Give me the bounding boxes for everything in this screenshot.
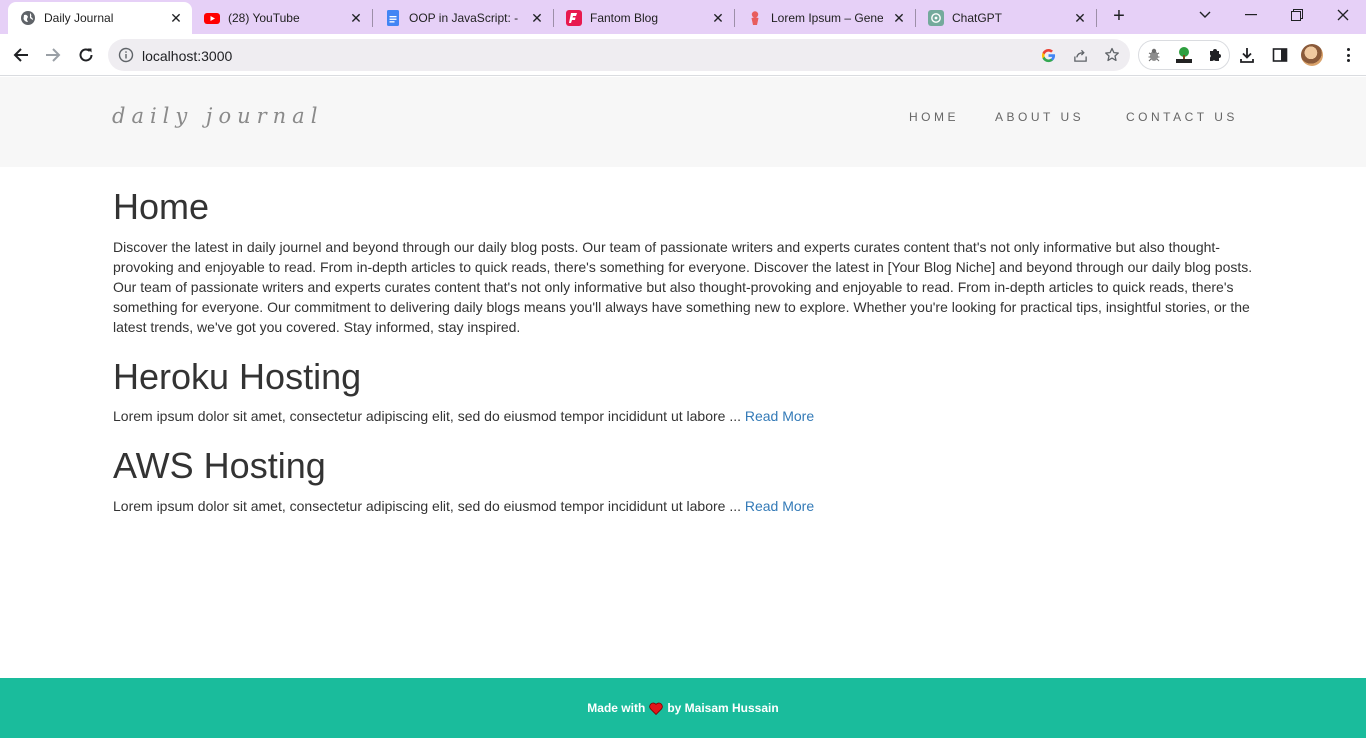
nav-about-us[interactable]: ABOUT US bbox=[995, 110, 1084, 124]
address-bar[interactable]: localhost:3000 bbox=[108, 39, 1130, 71]
tab-title: Lorem Ipsum – Genera bbox=[771, 11, 883, 25]
puzzle-extensions-icon[interactable] bbox=[1206, 46, 1224, 64]
chevron-down-icon bbox=[1199, 11, 1211, 18]
site-footer: Made with by Maisam Hussain bbox=[0, 678, 1366, 738]
close-tab-icon[interactable]: ✕ bbox=[168, 10, 184, 26]
tab-separator bbox=[1096, 9, 1097, 27]
arrow-right-icon bbox=[46, 48, 61, 62]
read-more-link[interactable]: Read More bbox=[745, 498, 814, 514]
menu-kebab-icon[interactable] bbox=[1340, 46, 1356, 64]
restore-button[interactable] bbox=[1274, 0, 1320, 30]
site-brand[interactable]: daily journal bbox=[112, 104, 323, 128]
extensions-group bbox=[1138, 40, 1230, 70]
minimize-button[interactable] bbox=[1228, 0, 1274, 30]
post-title: AWS Hosting bbox=[113, 445, 326, 486]
close-icon bbox=[1337, 9, 1349, 21]
close-tab-icon[interactable]: ✕ bbox=[1072, 10, 1088, 26]
post-excerpt: Lorem ipsum dolor sit amet, consectetur … bbox=[113, 406, 1258, 426]
google-docs-icon bbox=[385, 10, 401, 26]
footer-prefix: Made with bbox=[587, 701, 646, 715]
profile-avatar[interactable] bbox=[1301, 44, 1323, 66]
tab-chatgpt[interactable]: ChatGPT ✕ bbox=[916, 2, 1096, 34]
lorem-ipsum-icon bbox=[747, 10, 763, 26]
fantom-icon bbox=[566, 10, 582, 26]
back-button[interactable] bbox=[8, 42, 34, 68]
download-icon[interactable] bbox=[1238, 46, 1256, 64]
reload-icon bbox=[79, 48, 93, 62]
close-window-button[interactable] bbox=[1320, 0, 1366, 30]
arrow-left-icon bbox=[13, 48, 28, 62]
url-text[interactable]: localhost:3000 bbox=[142, 48, 232, 64]
globe-icon bbox=[20, 10, 36, 26]
tab-daily-journal[interactable]: Daily Journal ✕ bbox=[8, 2, 192, 34]
site-header: daily journal HOME ABOUT US CONTACT US bbox=[0, 77, 1366, 167]
minimize-icon bbox=[1245, 14, 1257, 16]
google-icon[interactable] bbox=[1040, 47, 1056, 63]
forward-button[interactable] bbox=[40, 42, 66, 68]
close-tab-icon[interactable]: ✕ bbox=[891, 10, 907, 26]
tab-title: OOP in JavaScript: - G bbox=[409, 11, 521, 25]
bookmark-star-icon[interactable] bbox=[1104, 47, 1120, 63]
close-tab-icon[interactable]: ✕ bbox=[348, 10, 364, 26]
tab-title: Fantom Blog bbox=[590, 11, 659, 25]
tab-title: (28) YouTube bbox=[228, 11, 300, 25]
read-more-link[interactable]: Read More bbox=[745, 408, 814, 424]
browser-toolbar: localhost:3000 bbox=[0, 34, 1366, 76]
heart-icon bbox=[649, 702, 664, 715]
html-tree-extension-icon[interactable] bbox=[1175, 46, 1193, 64]
footer-author: by Maisam Hussain bbox=[667, 701, 779, 715]
close-tab-icon[interactable]: ✕ bbox=[710, 10, 726, 26]
post-title: Heroku Hosting bbox=[113, 356, 362, 397]
post-excerpt-text: Lorem ipsum dolor sit amet, consectetur … bbox=[113, 498, 741, 514]
youtube-icon bbox=[204, 10, 220, 26]
site-info-icon[interactable] bbox=[118, 47, 134, 63]
share-icon[interactable] bbox=[1072, 47, 1088, 63]
tab-lorem-ipsum[interactable]: Lorem Ipsum – Genera ✕ bbox=[735, 2, 915, 34]
reload-button[interactable] bbox=[73, 42, 99, 68]
tab-fantom-blog[interactable]: Fantom Blog ✕ bbox=[554, 2, 734, 34]
post-excerpt-text: Lorem ipsum dolor sit amet, consectetur … bbox=[113, 408, 741, 424]
bug-extension-icon[interactable] bbox=[1145, 46, 1163, 64]
tab-search-button[interactable] bbox=[1182, 0, 1228, 30]
restore-icon bbox=[1291, 9, 1303, 21]
tab-title: Daily Journal bbox=[44, 11, 114, 25]
page-title: Home bbox=[113, 186, 210, 227]
home-content: Discover the latest in daily journel and… bbox=[113, 239, 1253, 335]
chatgpt-icon bbox=[928, 10, 944, 26]
side-panel-icon[interactable] bbox=[1271, 46, 1289, 64]
tab-strip: Daily Journal ✕ (28) YouTube ✕ OOP in Ja… bbox=[0, 0, 1366, 34]
close-tab-icon[interactable]: ✕ bbox=[529, 10, 545, 26]
nav-home[interactable]: HOME bbox=[909, 110, 959, 124]
post-excerpt: Lorem ipsum dolor sit amet, consectetur … bbox=[113, 496, 1258, 516]
tab-youtube[interactable]: (28) YouTube ✕ bbox=[192, 2, 372, 34]
tab-oop-javascript[interactable]: OOP in JavaScript: - G ✕ bbox=[373, 2, 553, 34]
nav-contact-us[interactable]: CONTACT US bbox=[1126, 110, 1238, 124]
new-tab-button[interactable]: + bbox=[1108, 6, 1130, 28]
tab-title: ChatGPT bbox=[952, 11, 1003, 25]
